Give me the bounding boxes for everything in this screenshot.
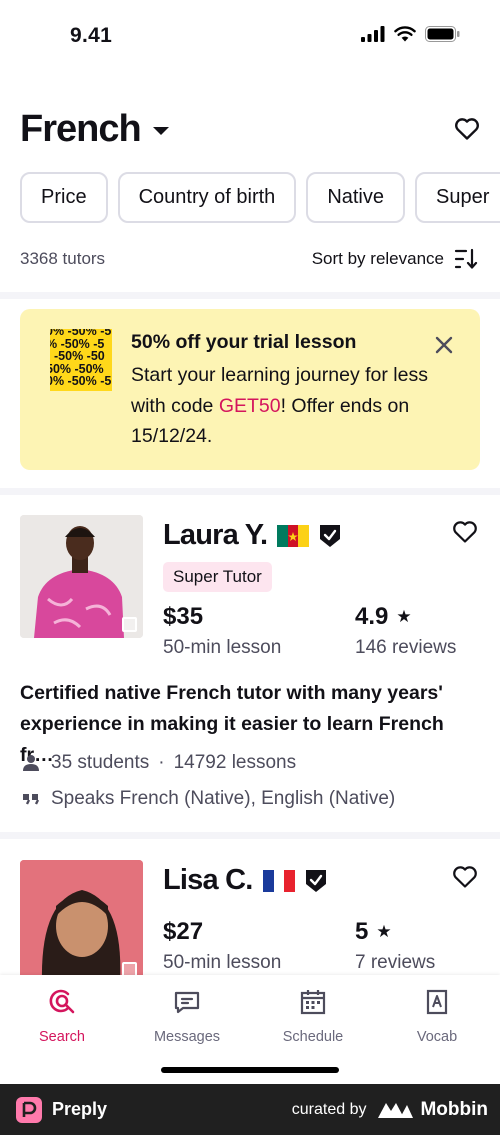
wifi-icon bbox=[394, 26, 416, 42]
nav-label: Vocab bbox=[416, 1029, 458, 1045]
tutor-rating: 4.9 ★ bbox=[355, 603, 412, 631]
filter-chips: Price Country of birth Native Super bbox=[20, 172, 500, 223]
status-bar: 9.41 bbox=[0, 0, 500, 75]
tutor-stats: 35 students · 14792 lessons bbox=[20, 752, 296, 774]
review-count: 7 reviews bbox=[355, 952, 436, 973]
price-subtitle: 50-min lesson bbox=[163, 952, 282, 973]
verified-badge-icon bbox=[320, 524, 341, 547]
languages-spoken: Speaks French (Native), English (Native) bbox=[51, 788, 396, 809]
quote-icon bbox=[20, 792, 42, 806]
tutor-photo[interactable] bbox=[20, 860, 143, 975]
tutor-languages: Speaks French (Native), English (Native) bbox=[20, 788, 395, 810]
tutor-rating: 5 ★ bbox=[355, 918, 392, 946]
promo-body: Start your learning journey for less wit… bbox=[131, 364, 428, 447]
tutor-price: $35 bbox=[163, 603, 204, 630]
nav-schedule[interactable]: Schedule bbox=[258, 987, 368, 1045]
promo-title: 50% off your trial lesson bbox=[131, 331, 357, 353]
mobbin-logo-icon bbox=[378, 1102, 414, 1118]
nav-messages[interactable]: Messages bbox=[132, 987, 242, 1045]
cameroon-flag-icon bbox=[277, 524, 310, 547]
price-subtitle: 50-min lesson bbox=[163, 637, 282, 658]
filter-super-tutor[interactable]: Super bbox=[415, 172, 500, 223]
select-checkbox[interactable] bbox=[122, 617, 137, 632]
message-icon bbox=[172, 987, 202, 1017]
footer-bar: Preply curated by Mobbin bbox=[0, 1084, 500, 1135]
bottom-nav: Search Messages Schedule Vocab bbox=[0, 975, 500, 1084]
promo-banner[interactable]: 0% -50% -5 % -50% -5 -50% -50 50% -50% 0… bbox=[20, 309, 480, 470]
brand-name: Preply bbox=[52, 1099, 108, 1119]
sort-button[interactable]: Sort by relevance bbox=[312, 248, 478, 270]
heart-icon[interactable] bbox=[452, 864, 478, 890]
results-meta: 3368 tutors Sort by relevance bbox=[20, 244, 478, 274]
search-icon bbox=[47, 987, 77, 1017]
battery-icon bbox=[425, 26, 460, 42]
mobbin-logo: Mobbin bbox=[376, 1099, 488, 1121]
status-time: 9.41 bbox=[70, 24, 113, 47]
tutor-count: 3368 tutors bbox=[20, 249, 106, 268]
section-divider bbox=[0, 292, 500, 299]
tutor-card[interactable]: Laura Y. Super Tutor $35 50-min lesson 4… bbox=[20, 515, 480, 815]
cellular-signal-icon bbox=[361, 26, 385, 42]
heart-icon[interactable] bbox=[452, 519, 478, 545]
curator-name: Mobbin bbox=[420, 1098, 488, 1120]
tutor-card[interactable]: Lisa C. $27 50-min lesson 5 ★ 7 reviews bbox=[20, 860, 480, 975]
header: French bbox=[20, 104, 480, 154]
select-checkbox[interactable] bbox=[122, 962, 137, 975]
language-title: French bbox=[20, 107, 142, 150]
tutor-name-row: Lisa C. bbox=[163, 864, 327, 897]
nav-label: Schedule bbox=[282, 1029, 344, 1045]
students-count: 35 students bbox=[51, 752, 150, 773]
tutor-portrait-image bbox=[20, 860, 143, 975]
nav-label: Messages bbox=[153, 1029, 221, 1045]
tutor-name: Lisa C. bbox=[163, 864, 253, 896]
footer-brand: Preply bbox=[16, 1096, 108, 1123]
section-divider bbox=[0, 488, 500, 495]
super-tutor-badge: Super Tutor bbox=[163, 562, 272, 592]
nav-vocab[interactable]: Vocab bbox=[382, 987, 492, 1045]
promo-code: GET50 bbox=[218, 394, 281, 417]
star-icon: ★ bbox=[396, 607, 412, 626]
language-selector[interactable]: French bbox=[20, 108, 169, 151]
home-indicator bbox=[161, 1067, 339, 1073]
filter-country-of-birth[interactable]: Country of birth bbox=[117, 172, 297, 223]
lessons-count: 14792 lessons bbox=[173, 752, 297, 773]
sort-label: Sort by relevance bbox=[311, 249, 444, 268]
tutor-name-row: Laura Y. bbox=[163, 519, 341, 552]
rating-value: 4.9 bbox=[355, 603, 389, 630]
footer-credit: curated by Mobbin bbox=[292, 1099, 488, 1121]
chevron-down-icon bbox=[152, 127, 169, 135]
calendar-icon bbox=[298, 987, 328, 1017]
rating-value: 5 bbox=[355, 918, 369, 945]
nav-label: Search bbox=[39, 1029, 85, 1045]
preply-logo-icon bbox=[16, 1096, 42, 1123]
tutor-price: $27 bbox=[163, 918, 204, 945]
star-icon: ★ bbox=[376, 922, 392, 941]
filter-price[interactable]: Price bbox=[20, 172, 108, 223]
promo-discount-image: 0% -50% -5 % -50% -5 -50% -50 50% -50% 0… bbox=[50, 329, 112, 391]
nav-search[interactable]: Search bbox=[7, 987, 117, 1045]
sort-icon bbox=[454, 248, 478, 269]
separator-dot: · bbox=[158, 752, 165, 773]
person-icon bbox=[20, 754, 42, 772]
heart-icon[interactable] bbox=[454, 117, 480, 141]
filter-native[interactable]: Native bbox=[306, 172, 406, 223]
verified-badge-icon bbox=[305, 869, 326, 892]
close-icon[interactable] bbox=[432, 333, 456, 357]
status-icons bbox=[361, 26, 460, 42]
section-divider bbox=[0, 832, 500, 839]
review-count: 146 reviews bbox=[355, 637, 457, 658]
tutor-name: Laura Y. bbox=[163, 519, 268, 551]
france-flag-icon bbox=[262, 869, 295, 892]
vocab-icon bbox=[422, 987, 452, 1017]
curated-by-label: curated by bbox=[291, 1100, 367, 1118]
tutor-photo[interactable] bbox=[20, 515, 143, 638]
